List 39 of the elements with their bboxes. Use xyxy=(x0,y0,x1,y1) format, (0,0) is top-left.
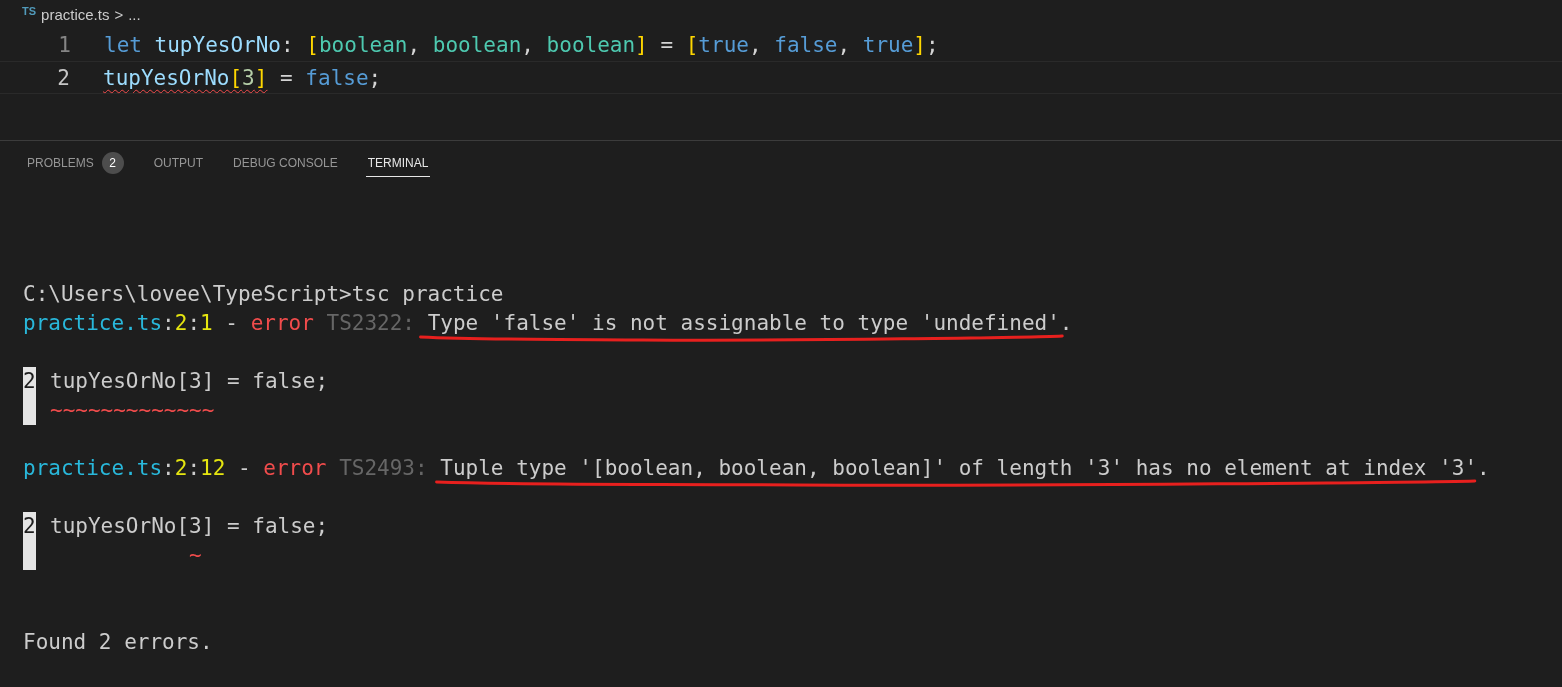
terminal-text: TS2493: xyxy=(338,455,429,482)
terminal-text: 2 xyxy=(174,455,188,482)
terminal-text: Found 2 errors. xyxy=(23,629,213,656)
breadcrumb-file[interactable]: practice.ts xyxy=(41,5,110,23)
code-line: tupYesOrNo[3] = false; xyxy=(103,65,382,90)
terminal-code-line: tupYesOrNo[3] = false; xyxy=(50,368,330,395)
panel-tab[interactable]: TERMINAL xyxy=(365,150,431,177)
terminal-text: 12 xyxy=(200,455,226,482)
code-line: let tupYesOrNo: [boolean, boolean, boolean] = [true, false, true]; xyxy=(104,32,939,57)
terminal-text: error xyxy=(250,310,314,337)
terminal-text: - xyxy=(224,310,239,337)
terminal-text: 1 xyxy=(200,310,213,337)
panel-tab[interactable]: OUTPUT xyxy=(151,150,206,177)
terminal-text: 2 xyxy=(174,310,188,337)
terminal-text: TS2322: xyxy=(325,310,416,337)
breadcrumb-more[interactable]: ... xyxy=(128,5,141,23)
terminal-text: : xyxy=(187,310,201,337)
terminal-text: Tuple type '[boolean, boolean, boolean]' of length '3' has no element at index '3'. xyxy=(440,454,1490,483)
line-number-gutter: 2 xyxy=(23,512,36,570)
panel-tab[interactable]: DEBUG CONSOLE xyxy=(231,150,340,177)
terminal-text: : xyxy=(162,455,175,482)
terminal-text: error xyxy=(263,455,327,482)
error-squiggle: ~~~~~~~~~~~~~ xyxy=(50,397,216,424)
terminal-code-line: tupYesOrNo[3] = false; xyxy=(50,513,330,540)
count-badge: 2 xyxy=(101,152,124,174)
terminal-text: C:\Users\lovee\TypeScript>tsc practice xyxy=(23,281,504,308)
error-squiggle: ~ xyxy=(188,542,203,569)
line-number-gutter: 2 xyxy=(23,367,36,425)
terminal-text: practice.ts xyxy=(23,310,163,337)
breadcrumb-separator: > xyxy=(114,5,124,23)
terminal-text: : xyxy=(187,455,201,482)
terminal-text: practice.ts xyxy=(23,455,163,482)
line-number: 2 xyxy=(56,65,71,90)
terminal-text: - xyxy=(237,455,252,482)
file-type-label: TS xyxy=(22,5,37,17)
line-number: 1 xyxy=(57,32,72,57)
panel-tab[interactable]: PROBLEMS 2 xyxy=(25,150,126,177)
terminal-text: Type 'false' is not assignable to type 'undefined'. xyxy=(427,309,1073,338)
terminal-text: : xyxy=(162,310,175,337)
